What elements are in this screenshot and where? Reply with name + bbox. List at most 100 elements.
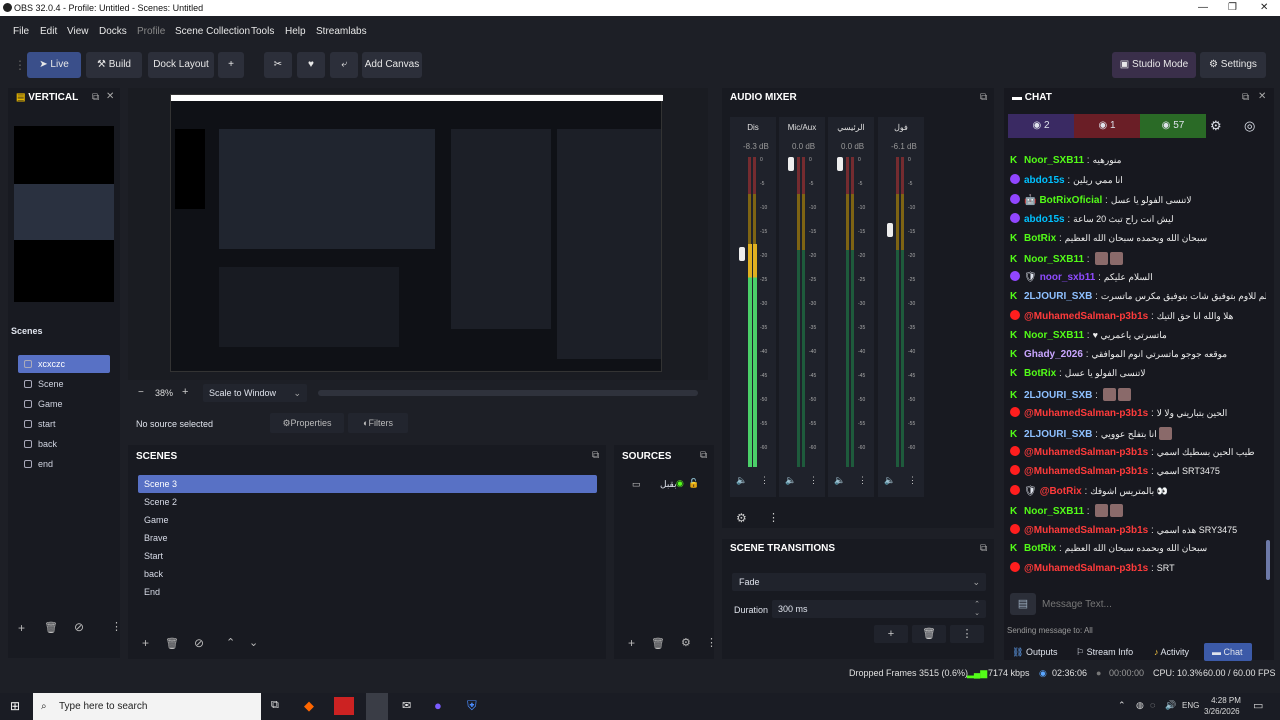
task-view-icon[interactable]: ⧉ bbox=[271, 699, 279, 712]
scissors-icon[interactable]: ✂ bbox=[264, 52, 292, 78]
volume-fader[interactable] bbox=[739, 247, 745, 261]
vertical-scene-item[interactable]: back bbox=[18, 435, 110, 453]
chat-username[interactable]: BotRix bbox=[1024, 543, 1056, 554]
volume-icon[interactable]: 🔊 bbox=[1165, 700, 1176, 711]
popout-icon[interactable]: ⧉ bbox=[592, 450, 599, 461]
wifi-icon[interactable]: ◌ bbox=[1150, 700, 1155, 710]
chat-username[interactable]: @MuhamedSalman-p3b1s bbox=[1024, 525, 1148, 536]
chat-username[interactable]: 2LJOURI_SXB bbox=[1024, 429, 1092, 440]
scale-mode-select[interactable]: Scale to Window ⌄ bbox=[203, 384, 307, 402]
add-scene-icon[interactable]: + bbox=[142, 636, 149, 650]
chat-username[interactable]: @MuhamedSalman-p3b1s bbox=[1024, 466, 1148, 477]
restore-icon[interactable]: ❐ bbox=[1228, 2, 1237, 13]
trash-icon[interactable]: 🗑 bbox=[44, 621, 58, 634]
scene-item[interactable]: Brave bbox=[138, 529, 597, 547]
speaker-icon[interactable]: 🔈 bbox=[785, 475, 796, 486]
vertical-scene-item[interactable]: Scene bbox=[18, 375, 110, 393]
chat-username[interactable]: @MuhamedSalman-p3b1s bbox=[1024, 447, 1148, 458]
more-icon[interactable]: ⋮ bbox=[706, 636, 717, 649]
gear-icon[interactable]: ⚙ bbox=[736, 511, 747, 525]
network-icon[interactable]: ◍ bbox=[1136, 700, 1144, 711]
spinner-icon[interactable]: ⌃ ⌄ bbox=[974, 600, 980, 618]
duration-input[interactable]: 300 ms ⌃ ⌄ bbox=[772, 600, 986, 618]
menu-view[interactable]: View bbox=[67, 26, 89, 37]
chat-username[interactable]: 2LJOURI_SXB bbox=[1024, 390, 1092, 401]
menu-docks[interactable]: Docks bbox=[99, 26, 127, 37]
chat-username[interactable]: noor_sxb11 bbox=[1040, 272, 1096, 283]
studio-mode-button[interactable]: ▣ Studio Mode bbox=[1112, 52, 1196, 78]
chat-username[interactable]: BotRixOficial bbox=[1039, 195, 1102, 206]
lock-icon[interactable]: 🔓 bbox=[688, 478, 699, 489]
more-icon[interactable]: ⋮ bbox=[111, 620, 122, 633]
zoom-out-button[interactable]: − bbox=[138, 387, 144, 398]
menu-profile[interactable]: Profile bbox=[137, 26, 165, 37]
more-icon[interactable]: ⋮ bbox=[760, 475, 769, 486]
source-item[interactable]: ▭ بقبل ◉ 🔓 bbox=[620, 477, 710, 493]
minimize-icon[interactable]: — bbox=[1198, 2, 1208, 13]
scene-item[interactable]: back bbox=[138, 565, 597, 583]
vertical-scene-item[interactable]: start bbox=[18, 415, 110, 433]
scene-item[interactable]: Game bbox=[138, 511, 597, 529]
chat-username[interactable]: Noor_SXB11 bbox=[1024, 330, 1084, 341]
volume-fader[interactable] bbox=[837, 157, 843, 171]
add-layout-button[interactable]: + bbox=[218, 52, 244, 78]
tab-activity[interactable]: ♪ Activity bbox=[1154, 647, 1189, 657]
speaker-icon[interactable]: 🔈 bbox=[834, 475, 845, 486]
menu-file[interactable]: File bbox=[13, 26, 29, 37]
voice-app-icon[interactable] bbox=[334, 697, 354, 715]
chat-username[interactable]: Ghady_2026 bbox=[1024, 349, 1083, 360]
program-preview[interactable] bbox=[170, 94, 663, 372]
vertical-scene-item[interactable]: xcxczc bbox=[18, 355, 110, 373]
more-icon[interactable]: ⋮ bbox=[908, 475, 917, 486]
trash-icon[interactable]: 🗑 bbox=[651, 637, 665, 650]
close-icon[interactable]: ✕ bbox=[106, 91, 114, 102]
add-transition-icon[interactable]: + bbox=[874, 625, 908, 643]
menu-scene-collection[interactable]: Scene Collection bbox=[175, 26, 250, 37]
chat-username[interactable]: abdo15s bbox=[1024, 175, 1065, 186]
share-icon[interactable]: ⤶ bbox=[330, 52, 358, 78]
scene-item[interactable]: Start bbox=[138, 547, 597, 565]
notification-icon[interactable]: ▭ bbox=[1253, 699, 1263, 712]
tab-chat[interactable]: ▬ Chat bbox=[1204, 643, 1252, 661]
speaker-icon[interactable]: 🔈 bbox=[884, 475, 895, 486]
menu-tools[interactable]: Tools bbox=[251, 26, 274, 37]
menu-edit[interactable]: Edit bbox=[40, 26, 57, 37]
popout-icon[interactable]: ⧉ bbox=[980, 92, 987, 103]
drag-handle-icon[interactable]: ⋮ bbox=[14, 58, 26, 72]
transition-type-select[interactable]: Fade ⌄ bbox=[732, 573, 986, 591]
vertical-scene-item[interactable]: Game bbox=[18, 395, 110, 413]
brave-icon[interactable]: ◆ bbox=[304, 698, 314, 714]
tab-stream-info[interactable]: ⚐ Stream Info bbox=[1076, 647, 1133, 658]
chat-username[interactable]: @MuhamedSalman-p3b1s bbox=[1024, 563, 1148, 574]
scene-item[interactable]: Scene 2 bbox=[138, 493, 597, 511]
tray-chevron-icon[interactable]: ⌃ bbox=[1118, 700, 1126, 711]
popout-icon[interactable]: ⧉ bbox=[1242, 92, 1249, 103]
popout-icon[interactable]: ⧉ bbox=[980, 543, 987, 554]
zoom-in-button[interactable]: + bbox=[182, 386, 188, 398]
more-icon[interactable]: ⋮ bbox=[950, 625, 984, 643]
heart-icon[interactable]: ♥ bbox=[297, 52, 325, 78]
mail-icon[interactable]: ✉ bbox=[402, 699, 411, 712]
speaker-icon[interactable]: 🔈 bbox=[736, 475, 747, 486]
menu-help[interactable]: Help bbox=[285, 26, 306, 37]
chat-username[interactable]: abdo15s bbox=[1024, 214, 1065, 225]
windows-start-icon[interactable]: ⊞ bbox=[10, 699, 20, 713]
volume-fader[interactable] bbox=[788, 157, 794, 171]
vertical-scene-item[interactable]: end bbox=[18, 455, 110, 473]
chat-username[interactable]: @MuhamedSalman-p3b1s bbox=[1024, 408, 1148, 419]
filter-icon[interactable]: ⊘ bbox=[74, 620, 84, 634]
build-button[interactable]: ⚒ Build bbox=[86, 52, 142, 78]
chat-username[interactable]: Noor_SXB11 bbox=[1024, 155, 1084, 166]
chat-username[interactable]: @BotRix bbox=[1040, 486, 1082, 497]
gear-icon[interactable]: ⚙ bbox=[681, 636, 691, 649]
chat-username[interactable]: @MuhamedSalman-p3b1s bbox=[1024, 311, 1148, 322]
filters-button[interactable]: ◐Filters bbox=[348, 413, 408, 433]
add-source-icon[interactable]: + bbox=[628, 636, 635, 650]
more-icon[interactable]: ⋮ bbox=[768, 511, 779, 524]
compass-icon[interactable]: ◎ bbox=[1244, 118, 1255, 134]
dock-layout-button[interactable]: Dock Layout bbox=[148, 52, 214, 78]
app-icon[interactable]: ● bbox=[434, 698, 442, 713]
chat-username[interactable]: 2LJOURI_SXB bbox=[1024, 291, 1092, 302]
properties-button[interactable]: ⚙Properties bbox=[270, 413, 344, 433]
chat-username[interactable]: BotRix bbox=[1024, 368, 1056, 379]
